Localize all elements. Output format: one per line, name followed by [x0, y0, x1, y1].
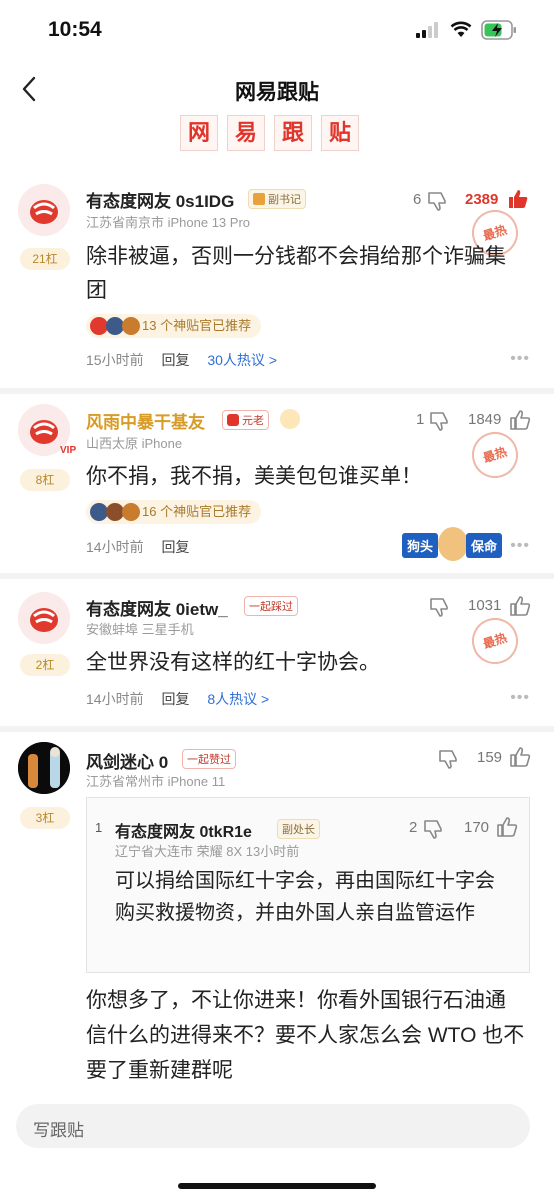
- quote-like-count: 170: [464, 819, 490, 836]
- rank-label: 元老: [242, 415, 264, 427]
- vip-badge: VIP: [60, 445, 77, 456]
- status-time: 10:54: [48, 18, 102, 41]
- floor-badge: 21杠: [20, 248, 70, 270]
- rank-badge: 副书记: [248, 189, 306, 209]
- avatar[interactable]: [18, 742, 70, 794]
- comment-text: 全世界没有这样的红十字协会。: [86, 651, 380, 674]
- like-icon[interactable]: [508, 745, 532, 769]
- interaction-badge: 一起赞过: [182, 749, 236, 769]
- floor-badge: 8杠: [20, 469, 70, 491]
- recommend-text: 16 个神贴官已推荐: [142, 504, 252, 519]
- more-icon[interactable]: •••: [510, 689, 530, 707]
- like-icon[interactable]: [495, 815, 519, 839]
- netease-logo-icon: [18, 592, 70, 644]
- banner-char: 贴: [321, 115, 359, 151]
- quote-text: 可以捐给国际红十字会，再由国际红十字会购买救援物资，并由外国人亲自监管运作: [115, 870, 495, 924]
- reply-button[interactable]: 回复: [161, 539, 189, 555]
- comment-footer: 14小时前 回复 8人热议 >: [86, 689, 269, 709]
- comment-footer: 14小时前 回复: [86, 537, 189, 557]
- floor-badge: 3杠: [20, 807, 70, 829]
- recommend-bar[interactable]: 16 个神贴官已推荐: [86, 500, 262, 524]
- battery-charging-icon: [481, 20, 516, 40]
- hot-discussion-link[interactable]: 8人热议 >: [207, 691, 269, 707]
- quoted-comment[interactable]: 1 有态度网友 0tkR1e 副处长 辽宁省大连市 荣耀 8X 13小时前 2 …: [86, 797, 530, 973]
- banner-char: 网: [180, 115, 218, 151]
- rank-icon: [253, 193, 265, 205]
- comment-time: 14小时前: [86, 539, 144, 555]
- recommend-bar[interactable]: 13 个神贴官已推荐: [86, 314, 262, 338]
- dislike-count: 1: [416, 411, 425, 428]
- banner-char: 易: [227, 115, 265, 151]
- more-icon[interactable]: •••: [510, 537, 530, 555]
- username[interactable]: 风雨中暴干基友: [86, 408, 205, 433]
- netease-logo-icon: [18, 184, 70, 236]
- dislike-icon[interactable]: [428, 410, 450, 432]
- username[interactable]: 风剑迷心 0: [86, 748, 168, 773]
- dislike-icon[interactable]: [428, 596, 450, 618]
- reply-button[interactable]: 回复: [161, 352, 189, 368]
- quote-username[interactable]: 有态度网友 0tkR1e: [115, 818, 252, 842]
- recommend-text: 13 个神贴官已推荐: [142, 318, 252, 333]
- comment-text: 除非被逼，否则一分钱都不会捐给那个诈骗集团: [86, 245, 506, 302]
- comment-footer: 15小时前 回复 30人热议 >: [86, 350, 277, 370]
- comment-text: 你不捐，我不捐，美美包包谁买单！: [86, 465, 422, 488]
- banner-char: 跟: [274, 115, 312, 151]
- page-title: 网易跟贴: [235, 81, 319, 104]
- cellular-signal-icon: [416, 22, 438, 38]
- doge-sticker: 狗头 保命: [402, 527, 502, 563]
- dislike-icon[interactable]: [437, 748, 459, 770]
- divider: [0, 388, 554, 394]
- avatar[interactable]: [18, 592, 70, 644]
- user-meta: 山西太原 iPhone: [86, 436, 183, 451]
- recommender-avatar: [122, 317, 140, 335]
- doge-label-right: 保命: [466, 533, 502, 558]
- like-count: 1031: [468, 597, 502, 614]
- nav-bar: 网易跟贴: [0, 60, 554, 116]
- dislike-count: 6: [413, 191, 422, 208]
- username[interactable]: 有态度网友 0s1IDG: [86, 187, 234, 212]
- quote-dislike-count: 2: [409, 819, 418, 836]
- user-meta: 江苏省常州市 iPhone 11: [86, 774, 226, 789]
- floor-badge: 2杠: [20, 654, 70, 676]
- divider: [0, 573, 554, 579]
- quote-index: 1: [95, 820, 103, 835]
- quote-meta: 辽宁省大连市 荣耀 8X 13小时前: [115, 844, 300, 859]
- comment-time: 15小时前: [86, 352, 144, 368]
- comment-text: 你想多了，不让你进来！你看外国银行石油通信什么的进得来不？要不人家怎么会 WTO…: [86, 989, 525, 1082]
- rank-icon: [227, 414, 239, 426]
- like-count: 1849: [468, 411, 502, 428]
- like-icon[interactable]: [508, 594, 532, 618]
- username[interactable]: 有态度网友 0ietw_: [86, 595, 228, 620]
- dislike-icon[interactable]: [426, 190, 448, 212]
- home-indicator: [178, 1183, 376, 1189]
- more-icon[interactable]: •••: [510, 350, 530, 368]
- hot-discussion-link[interactable]: 30人热议 >: [207, 352, 277, 368]
- like-icon[interactable]: [508, 408, 532, 432]
- doge-face-icon: [438, 527, 468, 561]
- divider: [0, 726, 554, 732]
- user-meta: 江苏省南京市 iPhone 13 Pro: [86, 215, 251, 230]
- doge-label-left: 狗头: [402, 533, 439, 558]
- user-meta: 安徽蚌埠 三星手机: [86, 622, 194, 637]
- rank-badge: 元老: [222, 410, 269, 430]
- user-photo-icon: [18, 742, 70, 794]
- avatar[interactable]: [18, 184, 70, 236]
- rank-badge: 副处长: [277, 819, 320, 839]
- status-bar: 10:54: [0, 0, 554, 60]
- title-banner: 网 易 跟 贴: [180, 115, 359, 153]
- like-count: 159: [477, 749, 503, 766]
- comment-time: 14小时前: [86, 691, 144, 707]
- rank-label: 副书记: [268, 194, 301, 206]
- comment-input[interactable]: 写跟贴: [16, 1104, 530, 1148]
- recommender-avatar: [122, 503, 140, 521]
- like-count: 2389: [465, 191, 499, 208]
- reply-button[interactable]: 回复: [161, 691, 189, 707]
- dislike-icon[interactable]: [422, 818, 444, 840]
- like-filled-icon[interactable]: [506, 187, 530, 211]
- interaction-badge: 一起踩过: [244, 596, 298, 616]
- wifi-icon: [450, 21, 472, 37]
- medal-icon: [280, 409, 300, 429]
- comment-input-placeholder: 写跟贴: [33, 1121, 84, 1140]
